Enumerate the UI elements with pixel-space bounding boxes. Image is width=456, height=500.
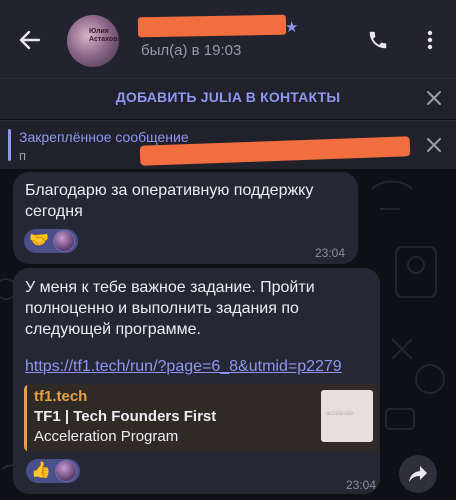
reactor-avatar [54,460,77,482]
message-text: Благодарю за оперативную поддержку сегод… [25,182,314,220]
handshake-icon: 🤝 [29,232,49,249]
pinned-accent-line [8,129,11,161]
preview-site-name: tf1.tech [34,388,88,405]
forward-icon[interactable] [399,455,437,493]
pinned-message-bar[interactable]: Закреплённое сообщение п [0,120,456,169]
preview-thumbnail-text: accelerate [326,411,354,417]
reactions-row: 👍 [26,459,80,483]
message-bubble[interactable]: У меня к тебе важное задание. Пройти пол… [13,268,380,494]
thumbs-up-icon: 👍 [31,462,51,479]
avatar[interactable]: Юлия Астахова [67,15,119,67]
add-to-contacts-button[interactable]: ДОБАВИТЬ JULIA В КОНТАКТЫ [0,89,456,105]
close-icon[interactable] [424,88,444,108]
contact-name-redaction[interactable] [137,14,287,38]
verified-star-icon: ★ [285,19,299,36]
last-seen-status: был(а) в 19:03 [141,42,242,59]
message-bubble[interactable]: Благодарю за оперативную поддержку сегод… [13,172,358,264]
reaction-handshake[interactable]: 🤝 [24,229,78,253]
message-text: У меня к тебе важное задание. Пройти пол… [25,279,315,338]
message-time: 23:04 [315,246,346,260]
add-contact-bar: ДОБАВИТЬ JULIA В КОНТАКТЫ [0,78,456,119]
reactions-row: 🤝 [24,229,78,253]
reactor-avatar [52,230,75,252]
message-time: 23:04 [346,478,377,492]
avatar-caption: Юлия Астахова [89,28,119,43]
more-vertical-icon[interactable] [420,26,440,54]
reaction-thumbs-up[interactable]: 👍 [26,459,80,483]
chat-header: Юлия Астахова ★ был(а) в 19:03 [0,0,456,78]
back-arrow-icon[interactable] [14,24,46,56]
link-preview-card[interactable]: tf1.tech TF1 | Tech Founders First Accel… [24,384,379,452]
close-icon[interactable] [424,135,444,155]
preview-description: Acceleration Program [34,428,179,445]
preview-accent-line [24,384,27,452]
preview-title: TF1 | Tech Founders First [34,408,217,425]
pinned-title: Закреплённое сообщение [19,129,189,145]
message-link[interactable]: https://tf1.tech/run/?page=6_8&utmid=p22… [25,358,342,376]
phone-icon[interactable] [364,26,392,54]
